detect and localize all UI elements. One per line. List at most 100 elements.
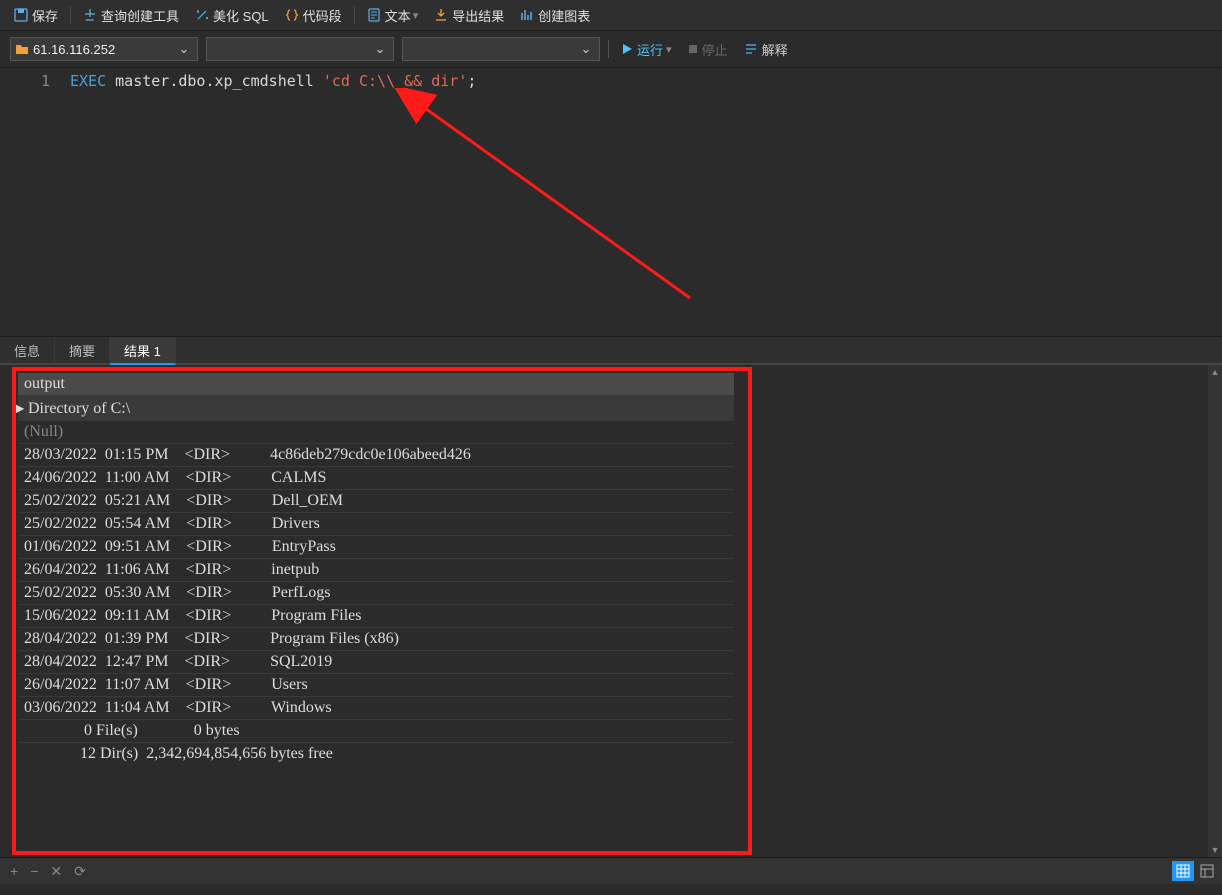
results-grid[interactable]: output ▶ Directory of C:\(Null) 28/03/202… — [18, 373, 734, 765]
separator — [354, 6, 355, 24]
chart-button[interactable]: 创建图表 — [512, 0, 598, 30]
chart-icon — [520, 8, 534, 22]
remove-row-button[interactable]: − — [30, 863, 38, 879]
tab-info[interactable]: 信息 — [0, 337, 55, 363]
result-row[interactable]: 26/04/2022 11:06 AM <DIR> inetpub — [18, 558, 734, 581]
query-builder-button[interactable]: 查询创建工具 — [75, 0, 187, 30]
result-row[interactable]: 01/06/2022 09:51 AM <DIR> EntryPass — [18, 535, 734, 558]
schema-dropdown[interactable]: ⌄ — [402, 37, 600, 61]
sql-string: 'cd C:\\ && dir' — [323, 72, 468, 90]
column-header-output[interactable]: output — [18, 373, 734, 395]
save-button[interactable]: 保存 — [6, 0, 66, 30]
cell-output: 03/06/2022 11:04 AM <DIR> Windows — [24, 699, 332, 716]
connection-toolbar: 61.16.116.252 ⌄ ⌄ ⌄ 运行 ▾ 停止 解释 — [0, 31, 1222, 68]
cell-output: 28/04/2022 01:39 PM <DIR> Program Files … — [24, 630, 399, 647]
status-bar: + − ✕ ⟳ — [0, 857, 1222, 884]
save-label: 保存 — [32, 6, 58, 25]
run-label: 运行 — [637, 40, 663, 59]
cell-output: 15/06/2022 09:11 AM <DIR> Program Files — [24, 607, 361, 624]
refresh-button[interactable]: ⟳ — [74, 863, 86, 880]
beautify-label: 美化 SQL — [213, 6, 269, 25]
stop-button: 停止 — [684, 40, 732, 59]
cell-output: Directory of C:\ — [24, 400, 130, 417]
export-icon — [434, 8, 448, 22]
sql-editor[interactable]: 1 EXEC master.dbo.xp_cmdshell 'cd C:\\ &… — [0, 68, 1222, 337]
run-button[interactable]: 运行 ▾ — [617, 40, 676, 59]
line-gutter: 1 — [0, 68, 60, 336]
sql-punctuation: ; — [467, 72, 476, 90]
save-icon — [14, 8, 28, 22]
cell-output: 12 Dir(s) 2,342,694,854,656 bytes free — [24, 745, 333, 762]
cell-output: 26/04/2022 11:06 AM <DIR> inetpub — [24, 561, 319, 578]
result-row[interactable]: 25/02/2022 05:30 AM <DIR> PerfLogs — [18, 581, 734, 604]
grid-view-button[interactable] — [1172, 861, 1194, 881]
row-marker-icon: ▶ — [12, 398, 20, 418]
braces-icon — [285, 8, 299, 22]
results-grid-container: output ▶ Directory of C:\(Null)28/03/202… — [0, 365, 748, 857]
cell-output: 24/06/2022 11:00 AM <DIR> CALMS — [24, 469, 326, 486]
cell-output: 25/02/2022 05:54 AM <DIR> Drivers — [24, 515, 320, 532]
text-label: 文本 — [385, 6, 411, 25]
stop-icon — [688, 44, 698, 54]
result-row[interactable]: 28/03/2022 01:15 PM <DIR> 4c86deb279cdc0… — [18, 443, 734, 466]
explain-button[interactable]: 解释 — [740, 40, 792, 59]
cell-output: 01/06/2022 09:51 AM <DIR> EntryPass — [24, 538, 336, 555]
result-row[interactable]: 28/04/2022 12:47 PM <DIR> SQL2019 — [18, 650, 734, 673]
result-row[interactable]: 0 File(s) 0 bytes — [18, 719, 734, 742]
document-icon — [367, 8, 381, 22]
cell-output: 28/03/2022 01:15 PM <DIR> 4c86deb279cdc0… — [24, 446, 471, 463]
snippets-button[interactable]: 代码段 — [277, 0, 350, 30]
form-icon — [1200, 864, 1214, 878]
chevron-down-icon: ⌄ — [577, 41, 595, 57]
folder-icon — [15, 42, 29, 56]
chevron-down-icon: ⌄ — [371, 41, 389, 57]
snippets-label: 代码段 — [303, 6, 342, 25]
chart-label: 创建图表 — [538, 6, 590, 25]
vertical-scrollbar[interactable] — [1208, 365, 1222, 857]
cell-output: 25/02/2022 05:21 AM <DIR> Dell_OEM — [24, 492, 343, 509]
add-row-button[interactable]: + — [10, 863, 18, 879]
export-label: 导出结果 — [452, 6, 504, 25]
result-row[interactable]: 15/06/2022 09:11 AM <DIR> Program Files — [18, 604, 734, 627]
cell-output: 26/04/2022 11:07 AM <DIR> Users — [24, 676, 308, 693]
separator — [608, 40, 609, 58]
result-row[interactable]: 03/06/2022 11:04 AM <DIR> Windows — [18, 696, 734, 719]
play-icon — [621, 43, 633, 55]
result-row[interactable]: 26/04/2022 11:07 AM <DIR> Users — [18, 673, 734, 696]
cancel-button[interactable]: ✕ — [50, 863, 62, 880]
beautify-button[interactable]: 美化 SQL — [187, 0, 277, 30]
database-dropdown[interactable]: ⌄ — [206, 37, 394, 61]
query-builder-label: 查询创建工具 — [101, 6, 179, 25]
wand-icon — [195, 8, 209, 22]
connection-dropdown[interactable]: 61.16.116.252 ⌄ — [10, 37, 198, 61]
grid-icon — [1176, 864, 1190, 878]
code-area[interactable]: EXEC master.dbo.xp_cmdshell 'cd C:\\ && … — [60, 68, 1222, 336]
results-side-panel — [748, 365, 1222, 857]
connection-label: 61.16.116.252 — [33, 42, 175, 57]
explain-icon — [744, 42, 758, 56]
chevron-down-icon: ⌄ — [175, 41, 193, 57]
line-number: 1 — [0, 72, 50, 90]
query-builder-icon — [83, 8, 97, 22]
sql-keyword: EXEC — [70, 72, 106, 90]
sql-identifier: master.dbo.xp_cmdshell — [106, 72, 323, 90]
result-row[interactable]: 25/02/2022 05:21 AM <DIR> Dell_OEM — [18, 489, 734, 512]
stop-label: 停止 — [702, 40, 728, 59]
export-button[interactable]: 导出结果 — [426, 0, 512, 30]
tab-summary[interactable]: 摘要 — [55, 337, 110, 363]
form-view-button[interactable] — [1196, 861, 1218, 881]
result-row[interactable]: 12 Dir(s) 2,342,694,854,656 bytes free — [18, 742, 734, 765]
text-button[interactable]: 文本 ▾ — [359, 0, 427, 30]
chevron-down-icon: ▾ — [413, 9, 419, 22]
result-row[interactable]: ▶ Directory of C:\ — [18, 395, 734, 420]
chevron-down-icon: ▾ — [666, 43, 672, 56]
separator — [70, 6, 71, 24]
result-row[interactable]: 28/04/2022 01:39 PM <DIR> Program Files … — [18, 627, 734, 650]
result-row[interactable]: (Null) — [18, 420, 734, 443]
cell-output: 0 File(s) 0 bytes — [24, 722, 240, 739]
result-row[interactable]: 24/06/2022 11:00 AM <DIR> CALMS — [18, 466, 734, 489]
cell-output: 28/04/2022 12:47 PM <DIR> SQL2019 — [24, 653, 332, 670]
result-row[interactable]: 25/02/2022 05:54 AM <DIR> Drivers — [18, 512, 734, 535]
tab-result-1[interactable]: 结果 1 — [110, 337, 176, 365]
cell-output: 25/02/2022 05:30 AM <DIR> PerfLogs — [24, 584, 331, 601]
